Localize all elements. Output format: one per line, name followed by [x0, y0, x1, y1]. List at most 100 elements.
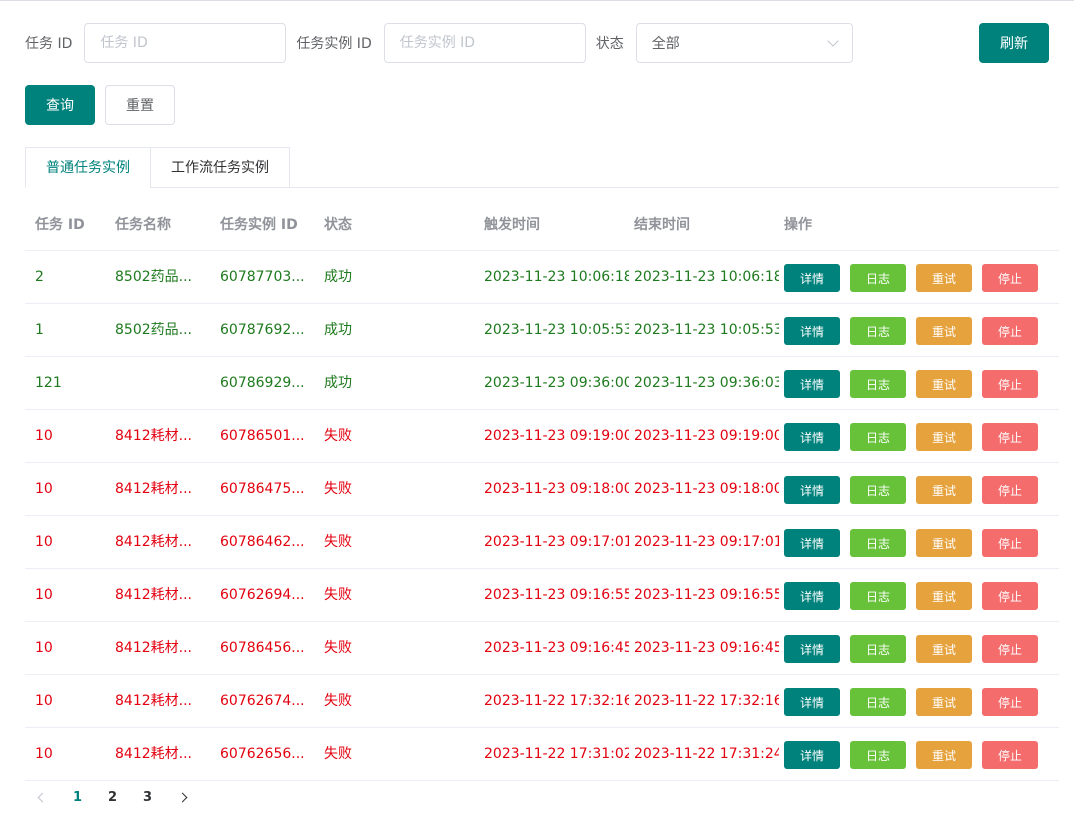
refresh-button[interactable]: 刷新	[979, 23, 1049, 63]
task-id-input[interactable]	[84, 23, 287, 63]
status-select[interactable]: 全部	[635, 23, 853, 63]
cell-status: 失败	[324, 746, 352, 762]
retry-button[interactable]: 重试	[916, 529, 972, 557]
log-button[interactable]: 日志	[850, 264, 906, 292]
table-row: 2 8502药品... 60787703... 成功 2023-11-23 10:06:…	[25, 251, 1059, 304]
detail-button[interactable]: 详情	[784, 317, 840, 345]
table-body: 2 8502药品... 60787703... 成功 2023-11-23 10:06:…	[25, 251, 1059, 781]
header-end-time: 结束时间	[634, 217, 690, 233]
pagination: 1 2 3	[25, 781, 200, 813]
table-row: 10 8412耗材... 60762694... 失败 2023-11-23 09:16…	[25, 569, 1059, 622]
cell-task-id: 10	[35, 534, 53, 550]
retry-button[interactable]: 重试	[916, 476, 972, 504]
stop-button[interactable]: 停止	[982, 476, 1038, 504]
detail-button[interactable]: 详情	[784, 529, 840, 557]
retry-button[interactable]: 重试	[916, 264, 972, 292]
cell-end-time: 2023-11-23 10:06:18	[634, 269, 779, 285]
table-row: 121 60786929... 成功 2023-11-23 09:36:00 2023-…	[25, 357, 1059, 410]
stop-button[interactable]: 停止	[982, 370, 1038, 398]
stop-button[interactable]: 停止	[982, 264, 1038, 292]
cell-end-time: 2023-11-23 10:05:53	[634, 322, 779, 338]
cell-task-id: 10	[35, 428, 53, 444]
page-2[interactable]: 2	[95, 790, 130, 805]
log-button[interactable]: 日志	[850, 741, 906, 769]
cell-end-time: 2023-11-23 09:16:45	[634, 640, 779, 656]
query-button[interactable]: 查询	[25, 85, 95, 125]
retry-button[interactable]: 重试	[916, 688, 972, 716]
cell-status: 失败	[324, 693, 352, 709]
cell-instance-id: 60786456...	[220, 640, 305, 656]
header-instance-id: 任务实例 ID	[220, 217, 298, 233]
cell-end-time: 2023-11-23 09:17:01	[634, 534, 779, 550]
log-button[interactable]: 日志	[850, 688, 906, 716]
retry-button[interactable]: 重试	[916, 423, 972, 451]
retry-button[interactable]: 重试	[916, 635, 972, 663]
chevron-right-icon	[177, 792, 188, 802]
tab-normal-instances[interactable]: 普通任务实例	[25, 147, 151, 188]
table-row: 10 8412耗材... 60762656... 失败 2023-11-22 17:31…	[25, 728, 1059, 781]
log-button[interactable]: 日志	[850, 582, 906, 610]
cell-end-time: 2023-11-23 09:19:00	[634, 428, 779, 444]
header-status: 状态	[324, 217, 352, 233]
stop-button[interactable]: 停止	[982, 317, 1038, 345]
detail-button[interactable]: 详情	[784, 476, 840, 504]
retry-button[interactable]: 重试	[916, 582, 972, 610]
tab-workflow-instances[interactable]: 工作流任务实例	[150, 147, 290, 188]
stop-button[interactable]: 停止	[982, 529, 1038, 557]
cell-trigger-time: 2023-11-23 09:16:45	[484, 640, 629, 656]
cell-trigger-time: 2023-11-23 09:16:55	[484, 587, 629, 603]
row-actions: 详情 日志 重试 停止	[784, 423, 1048, 451]
detail-button[interactable]: 详情	[784, 370, 840, 398]
cell-task-id: 2	[35, 269, 44, 285]
page-1[interactable]: 1	[60, 790, 95, 805]
page-3[interactable]: 3	[130, 790, 165, 805]
cell-task-name: 8412耗材...	[115, 428, 192, 444]
filter-bar: 任务 ID 任务实例 ID 状态 全部	[25, 23, 853, 63]
cell-task-name: 8412耗材...	[115, 640, 192, 656]
table-row: 10 8412耗材... 60786456... 失败 2023-11-23 09:16…	[25, 622, 1059, 675]
log-button[interactable]: 日志	[850, 370, 906, 398]
cell-trigger-time: 2023-11-23 09:19:00	[484, 428, 629, 444]
prev-page-button[interactable]	[25, 792, 60, 802]
task-id-label: 任务 ID	[25, 36, 73, 52]
detail-button[interactable]: 详情	[784, 635, 840, 663]
log-button[interactable]: 日志	[850, 317, 906, 345]
stop-button[interactable]: 停止	[982, 582, 1038, 610]
cell-task-name: 8412耗材...	[115, 746, 192, 762]
chevron-down-icon	[827, 35, 839, 47]
next-page-button[interactable]	[165, 792, 200, 802]
cell-status: 成功	[324, 269, 352, 285]
reset-button[interactable]: 重置	[105, 85, 175, 125]
retry-button[interactable]: 重试	[916, 317, 972, 345]
cell-end-time: 2023-11-23 09:36:03	[634, 375, 779, 391]
stop-button[interactable]: 停止	[982, 423, 1038, 451]
detail-button[interactable]: 详情	[784, 582, 840, 610]
header-trigger-time: 触发时间	[484, 217, 540, 233]
row-actions: 详情 日志 重试 停止	[784, 370, 1048, 398]
table-header: 任务 ID 任务名称 任务实例 ID 状态 触发时间 结束时间 操作	[25, 199, 1059, 251]
cell-status: 失败	[324, 428, 352, 444]
cell-instance-id: 60762656...	[220, 746, 305, 762]
cell-task-name: 8412耗材...	[115, 534, 192, 550]
stop-button[interactable]: 停止	[982, 741, 1038, 769]
retry-button[interactable]: 重试	[916, 370, 972, 398]
row-actions: 详情 日志 重试 停止	[784, 529, 1048, 557]
cell-task-name: 8412耗材...	[115, 693, 192, 709]
detail-button[interactable]: 详情	[784, 264, 840, 292]
log-button[interactable]: 日志	[850, 476, 906, 504]
cell-task-id: 1	[35, 322, 44, 338]
detail-button[interactable]: 详情	[784, 741, 840, 769]
detail-button[interactable]: 详情	[784, 423, 840, 451]
log-button[interactable]: 日志	[850, 529, 906, 557]
log-button[interactable]: 日志	[850, 423, 906, 451]
cell-trigger-time: 2023-11-23 09:36:00	[484, 375, 629, 391]
instance-id-label: 任务实例 ID	[296, 36, 372, 52]
cell-trigger-time: 2023-11-23 10:05:53	[484, 322, 629, 338]
row-actions: 详情 日志 重试 停止	[784, 635, 1048, 663]
stop-button[interactable]: 停止	[982, 688, 1038, 716]
detail-button[interactable]: 详情	[784, 688, 840, 716]
instance-id-input[interactable]	[383, 23, 586, 63]
retry-button[interactable]: 重试	[916, 741, 972, 769]
log-button[interactable]: 日志	[850, 635, 906, 663]
stop-button[interactable]: 停止	[982, 635, 1038, 663]
